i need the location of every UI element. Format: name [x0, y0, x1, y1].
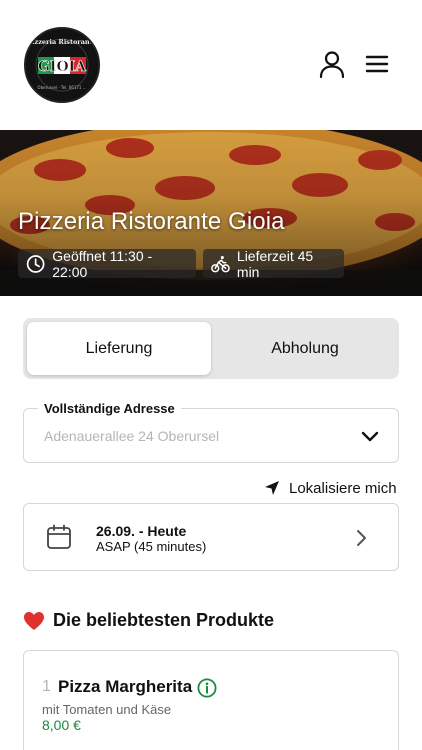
product-number: 1	[42, 678, 51, 695]
chevron-down-icon[interactable]	[360, 430, 380, 444]
user-icon[interactable]	[318, 50, 346, 78]
product-card[interactable]: 1 Pizza Margherita mit Tomaten und Käse …	[23, 650, 399, 750]
calendar-icon	[47, 524, 71, 549]
clock-icon	[26, 254, 45, 273]
svg-text:Pizzeria Ristorante: Pizzeria Ristorante	[27, 38, 97, 46]
tab-pickup[interactable]: Abholung	[213, 322, 397, 375]
delivery-time-chip: Lieferzeit 45 min	[203, 247, 344, 280]
menu-icon[interactable]	[364, 52, 390, 76]
locate-me-label: Lokalisiere mich	[289, 479, 397, 497]
info-icon[interactable]	[197, 678, 217, 698]
svg-text:Oberursel · Tel. 06171 ...: Oberursel · Tel. 06171 ...	[37, 85, 86, 90]
restaurant-title: Pizzeria Ristorante Gioia	[18, 208, 285, 235]
product-price: 8,00 €	[42, 717, 81, 733]
opening-hours-text: Geöffnet 11:30 - 22:00	[52, 247, 153, 280]
restaurant-logo[interactable]: Pizzeria Ristorante GIOIA Oberursel · Te…	[24, 27, 100, 103]
address-input[interactable]	[44, 428, 344, 444]
locate-me-button[interactable]: Lokalisiere mich	[264, 478, 397, 498]
bicycle-icon	[211, 255, 230, 272]
address-field: Vollständige Adresse	[23, 401, 399, 463]
chevron-right-icon	[357, 530, 366, 546]
tab-delivery[interactable]: Lieferung	[27, 322, 211, 375]
popular-products-title: Die beliebtesten Produkte	[53, 610, 275, 630]
order-mode-toggle: Lieferung Abholung	[23, 318, 399, 379]
selected-date: 26.09. - Heute	[96, 523, 187, 539]
app-header: Pizzeria Ristorante GIOIA Oberursel · Te…	[0, 0, 422, 130]
popular-products-heading: Die beliebtesten Produkte	[23, 610, 274, 631]
selected-time: ASAP (45 minutes)	[96, 539, 207, 554]
hero-banner: Pizzeria Ristorante Gioia Geöffnet 11:30…	[0, 130, 422, 296]
opening-hours-chip: Geöffnet 11:30 - 22:00	[18, 247, 196, 280]
delivery-time-selector[interactable]: 26.09. - Heute ASAP (45 minutes)	[23, 503, 399, 571]
heart-icon	[24, 611, 44, 630]
logo-brand-text: GIOIA	[38, 59, 87, 75]
delivery-time-text: Lieferzeit 45 min	[236, 247, 314, 280]
navigation-arrow-icon	[265, 481, 279, 495]
address-label: Vollständige Adresse	[38, 401, 181, 416]
product-name: Pizza Margherita	[58, 677, 193, 696]
product-description: mit Tomaten und Käse	[42, 702, 172, 717]
